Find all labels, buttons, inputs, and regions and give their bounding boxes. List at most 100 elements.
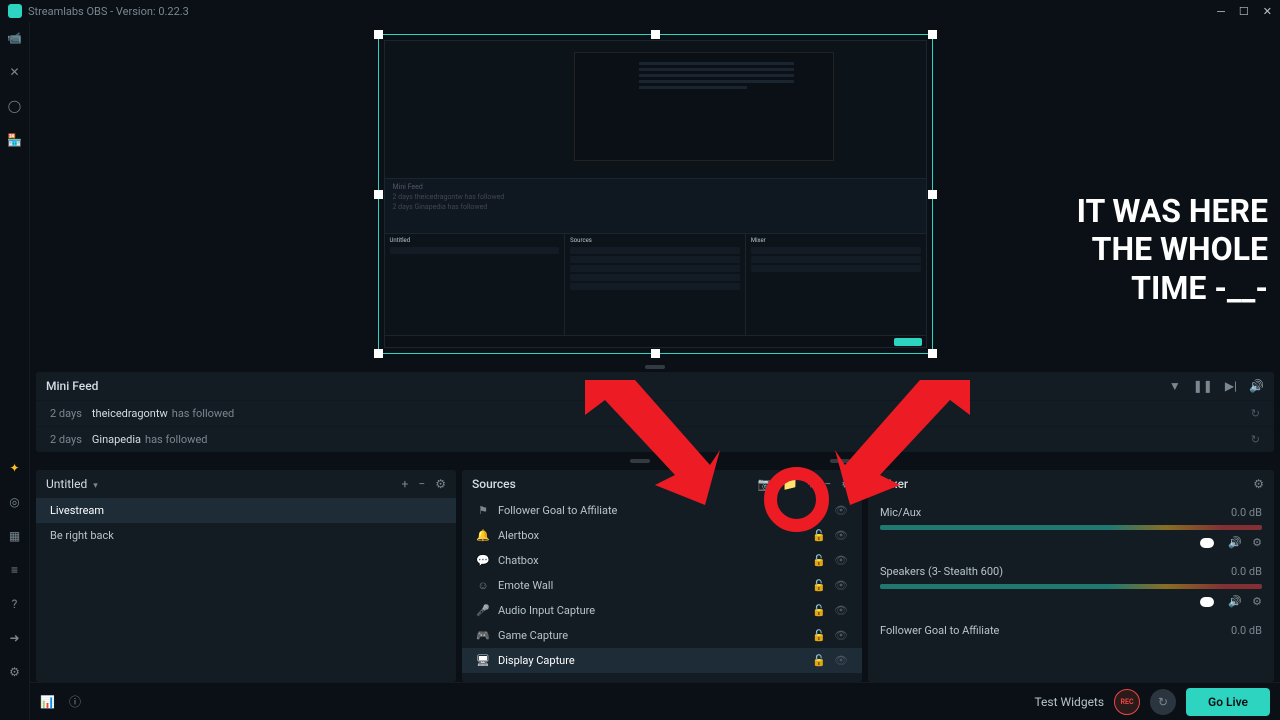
- resize-handle[interactable]: [928, 190, 937, 199]
- resize-handle[interactable]: [928, 30, 937, 39]
- gamepad-icon: 🎮: [476, 629, 490, 642]
- smile-icon: ☺: [476, 579, 490, 592]
- source-item[interactable]: 🖥 Display Capture 🔓 👁: [462, 648, 862, 673]
- mixer-item-settings-icon[interactable]: ⚙: [1252, 536, 1262, 549]
- window-title: Streamlabs OBS - Version: 0.22.3: [28, 5, 189, 18]
- annotation-arrow-right: [830, 370, 990, 510]
- test-widgets-button[interactable]: Test Widgets: [1034, 695, 1104, 709]
- source-label: Audio Input Capture: [498, 604, 595, 617]
- flag-icon: ⚑: [476, 504, 490, 517]
- grid-icon[interactable]: ▦: [7, 528, 23, 544]
- help-icon[interactable]: ?: [7, 596, 23, 612]
- info-icon[interactable]: ⓘ: [69, 693, 81, 710]
- maximize-button[interactable]: ☐: [1239, 5, 1249, 18]
- bottom-bar: 📊 ⓘ Test Widgets REC ↻ Go Live: [30, 682, 1280, 720]
- add-scene-button[interactable]: +: [402, 477, 409, 491]
- replay-buffer-button[interactable]: ↻: [1150, 689, 1176, 715]
- go-live-button[interactable]: Go Live: [1186, 688, 1270, 716]
- app-icon: [8, 4, 22, 18]
- volume-meter: [880, 525, 1262, 530]
- resize-handle[interactable]: [928, 349, 937, 358]
- feed-user: Ginapedia: [92, 433, 141, 446]
- source-item[interactable]: 🎮 Game Capture 🔓 👁: [462, 623, 862, 648]
- login-icon[interactable]: ➜: [7, 630, 23, 646]
- refresh-icon[interactable]: ↻: [1251, 433, 1260, 446]
- scene-item[interactable]: Livestream: [36, 498, 456, 523]
- sources-title: Sources: [472, 477, 516, 491]
- volume-icon[interactable]: 🔊: [1249, 379, 1264, 393]
- source-bounding-box[interactable]: Mini Feed2 days theicedragontw has follo…: [378, 34, 933, 354]
- target-icon[interactable]: ◎: [7, 494, 23, 510]
- scene-collection-name[interactable]: Untitled: [46, 477, 87, 491]
- resize-handle[interactable]: [374, 190, 383, 199]
- visibility-icon[interactable]: 👁: [834, 579, 848, 592]
- source-label: Display Capture: [498, 654, 575, 667]
- mini-feed-title: Mini Feed: [46, 379, 98, 393]
- source-item[interactable]: ☺ Emote Wall 🔓 👁: [462, 573, 862, 598]
- scene-item[interactable]: Be right back: [36, 523, 456, 548]
- skip-icon[interactable]: ▶|: [1225, 379, 1237, 393]
- annotation-arrow-left: [565, 370, 725, 510]
- resize-handle[interactable]: [651, 30, 660, 39]
- scene-settings-button[interactable]: ⚙: [435, 477, 446, 491]
- lock-icon[interactable]: 🔓: [812, 579, 826, 592]
- minimize-button[interactable]: ─: [1217, 5, 1225, 18]
- preview-area[interactable]: Mini Feed2 days theicedragontw has follo…: [30, 22, 1280, 362]
- mixer-item: Speakers (3- Stealth 600)0.0 dB🔊⚙: [868, 557, 1274, 616]
- feed-action: has followed: [172, 407, 234, 420]
- star-icon[interactable]: ✦: [7, 460, 23, 476]
- record-button[interactable]: REC: [1114, 689, 1140, 715]
- volume-slider[interactable]: [1200, 597, 1214, 607]
- monitor-icon: 🖥: [476, 654, 490, 667]
- chat-icon: 💬: [476, 554, 490, 567]
- mixer-item: Follower Goal to Affiliate 0.0 dB: [868, 616, 1274, 645]
- pause-icon[interactable]: ❚❚: [1193, 379, 1213, 393]
- visibility-icon[interactable]: 👁: [834, 529, 848, 542]
- store-icon[interactable]: 🏪: [7, 132, 23, 148]
- visibility-icon[interactable]: 👁: [834, 629, 848, 642]
- mute-icon[interactable]: 🔊: [1228, 536, 1242, 549]
- source-label: Game Capture: [498, 629, 568, 642]
- mic-icon: 🎤: [476, 604, 490, 617]
- resize-handle[interactable]: [374, 30, 383, 39]
- lock-icon[interactable]: 🔓: [812, 654, 826, 667]
- visibility-icon[interactable]: 👁: [834, 604, 848, 617]
- settings-icon[interactable]: ⚙: [7, 664, 23, 680]
- lock-icon[interactable]: 🔓: [812, 604, 826, 617]
- source-item[interactable]: 💬Chatbox🔓👁: [462, 548, 862, 573]
- crossed-tools-icon[interactable]: ✕: [7, 64, 23, 80]
- volume-slider[interactable]: [1200, 538, 1214, 548]
- lock-icon[interactable]: 🔓: [812, 529, 826, 542]
- mute-icon[interactable]: 🔊: [1228, 595, 1242, 608]
- lock-icon[interactable]: 🔓: [812, 629, 826, 642]
- stats-icon[interactable]: 📊: [40, 695, 55, 709]
- search-icon[interactable]: ◯: [7, 98, 23, 114]
- mixer-source-name: Follower Goal to Affiliate: [880, 624, 999, 637]
- source-label: Alertbox: [498, 529, 539, 542]
- chevron-down-icon[interactable]: [93, 477, 98, 491]
- refresh-icon[interactable]: ↻: [1251, 407, 1260, 420]
- vertical-resize-handle[interactable]: [645, 365, 665, 369]
- editor-tab-icon[interactable]: 📹: [7, 30, 23, 46]
- feed-action: has followed: [145, 433, 207, 446]
- close-button[interactable]: ✕: [1263, 5, 1272, 18]
- mixer-item-settings-icon[interactable]: ⚙: [1252, 595, 1262, 608]
- mixer-settings-button[interactable]: ⚙: [1253, 477, 1264, 491]
- filter-icon[interactable]: ▼: [1169, 379, 1181, 393]
- visibility-icon[interactable]: 👁: [834, 654, 848, 667]
- remove-scene-button[interactable]: −: [418, 477, 425, 491]
- feed-time: 2 days: [50, 433, 82, 446]
- titlebar: Streamlabs OBS - Version: 0.22.3 ─ ☐ ✕: [0, 0, 1280, 22]
- source-label: Emote Wall: [498, 579, 553, 592]
- resize-handle[interactable]: [651, 349, 660, 358]
- volume-meter: [880, 584, 1262, 589]
- mixer-db-value: 0.0 dB: [1231, 624, 1262, 637]
- bars-icon[interactable]: ≡: [7, 562, 23, 578]
- annotation-text: IT WAS HERE THE WHOLE TIME -__-: [1077, 192, 1268, 307]
- resize-handle[interactable]: [374, 349, 383, 358]
- visibility-icon[interactable]: 👁: [834, 554, 848, 567]
- lock-icon[interactable]: 🔓: [812, 554, 826, 567]
- scenes-panel: Untitled + − ⚙ LivestreamBe right back: [36, 470, 456, 682]
- source-item[interactable]: 🎤 Audio Input Capture 🔓 👁: [462, 598, 862, 623]
- display-capture-content: Mini Feed2 days theicedragontw has follo…: [384, 40, 927, 348]
